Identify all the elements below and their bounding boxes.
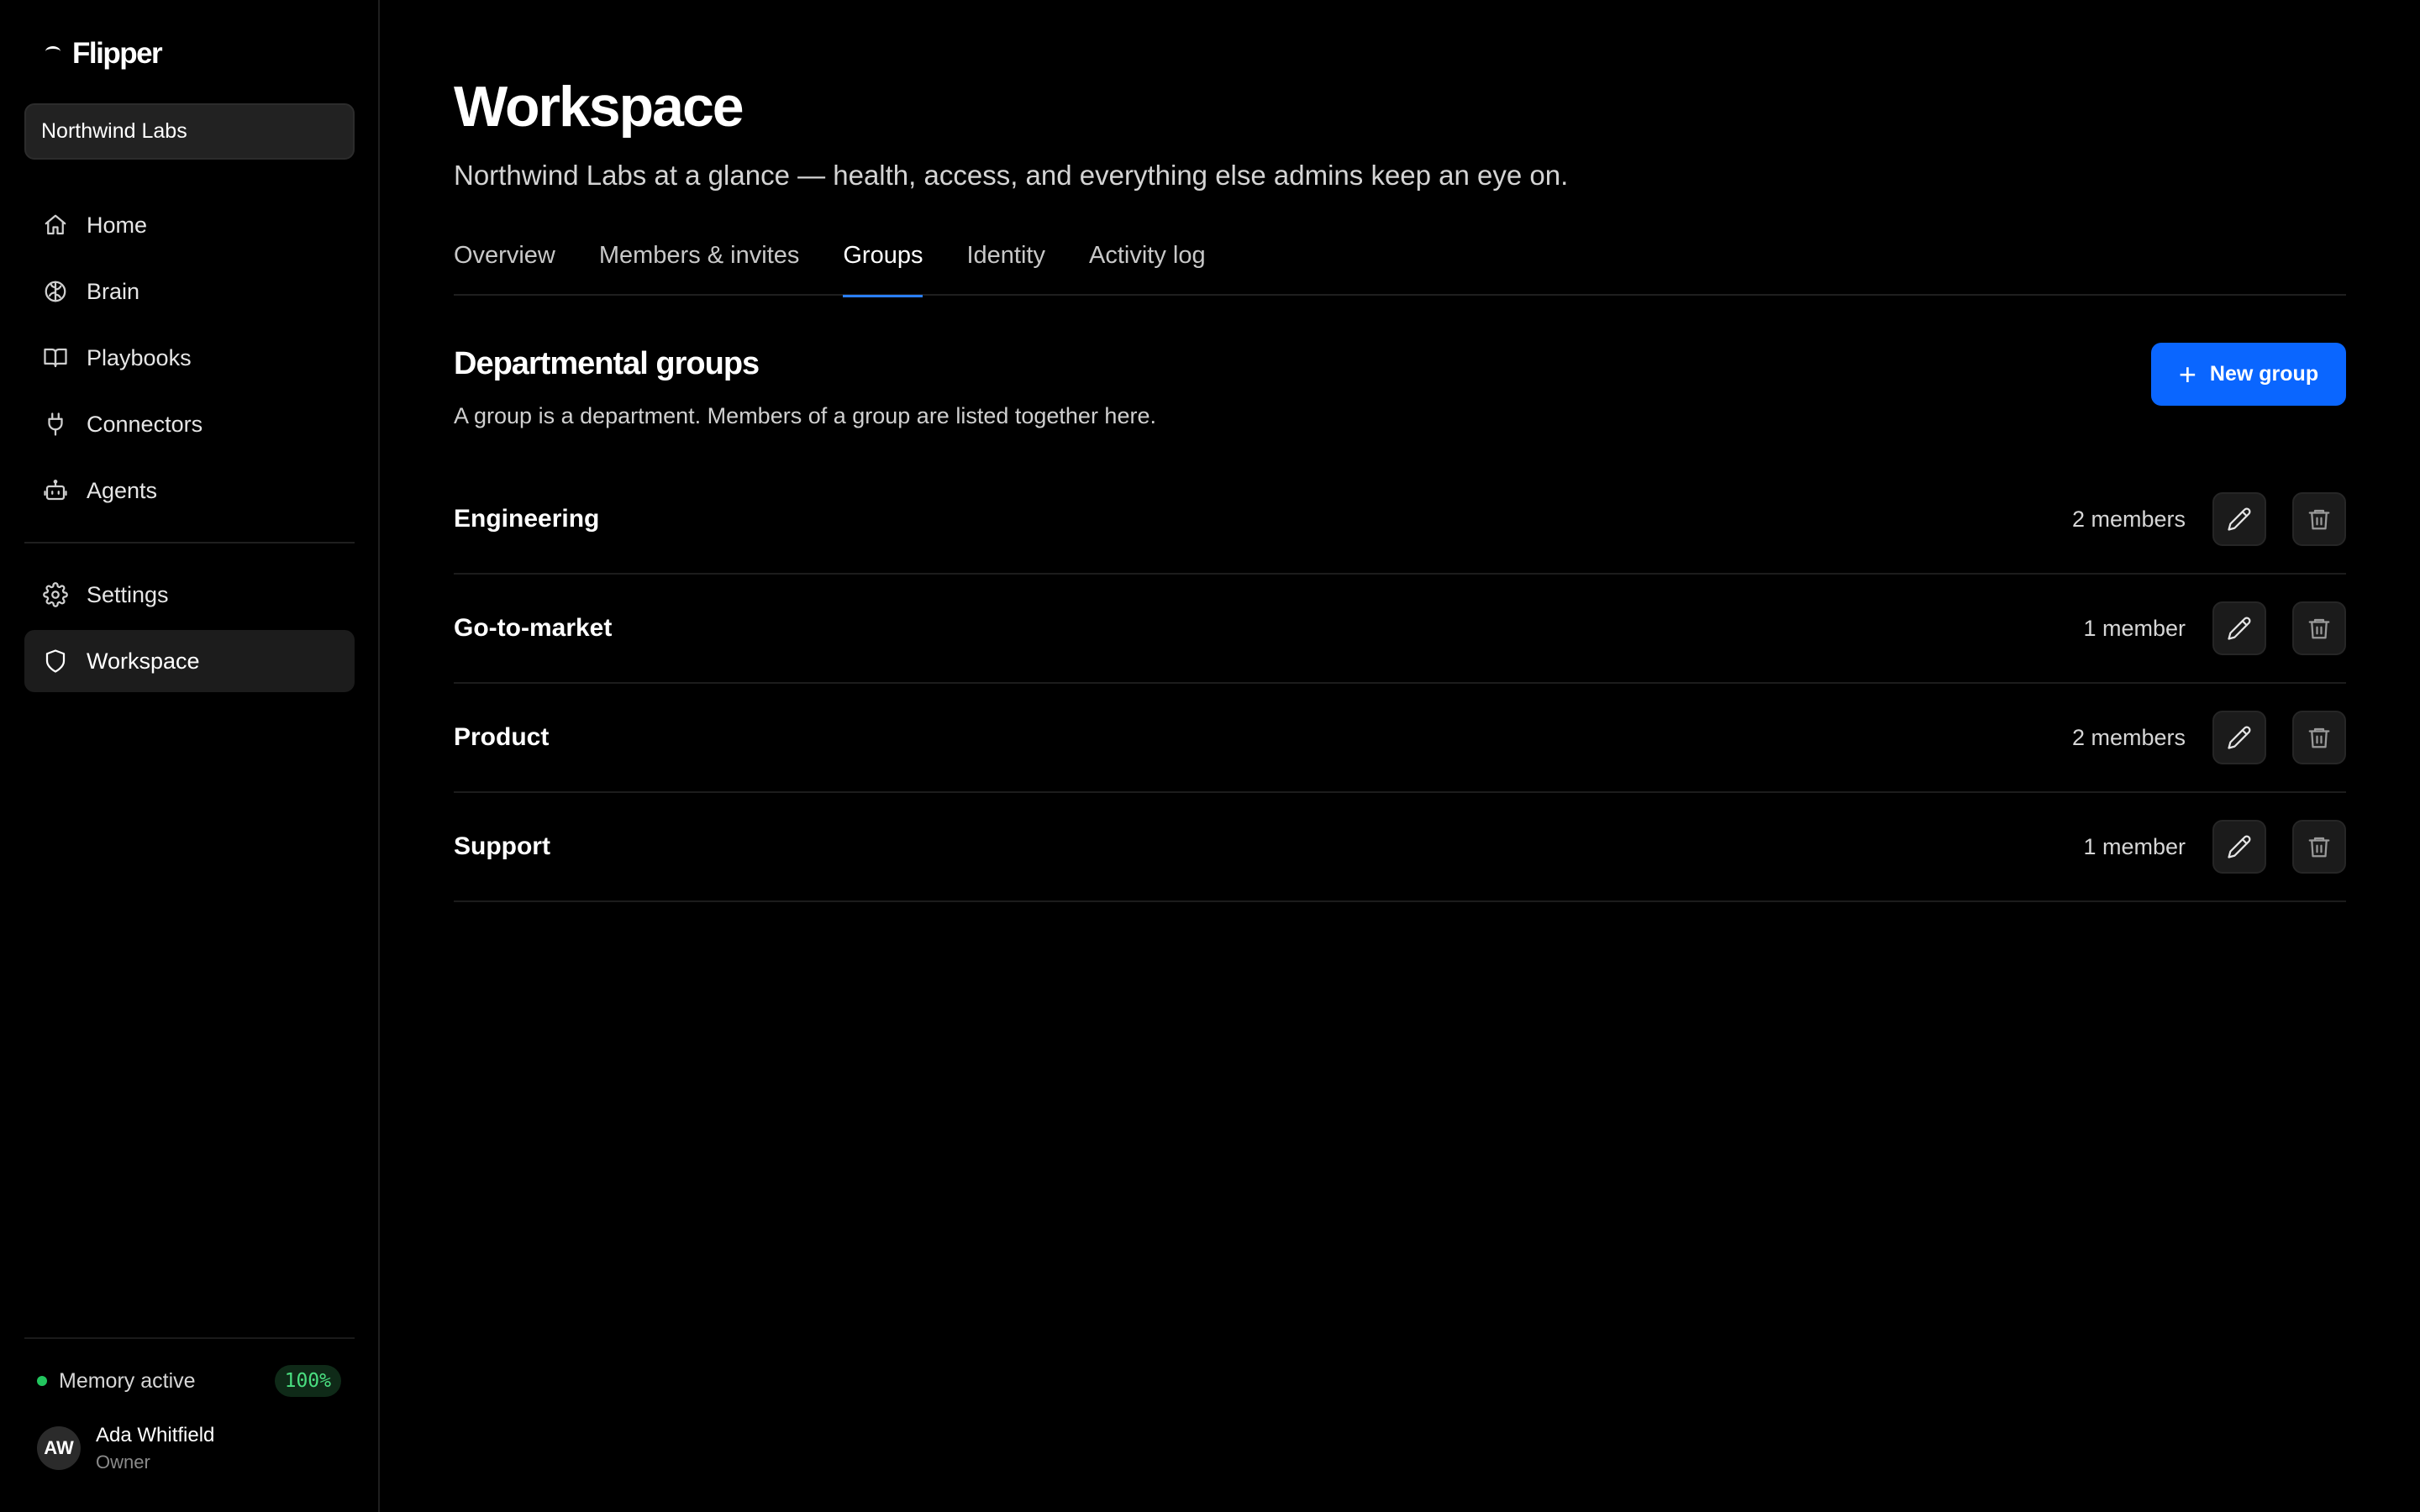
delete-group-button[interactable] <box>2292 820 2346 874</box>
sidebar-footer-divider <box>24 1337 355 1339</box>
sidebar-item-label: Settings <box>87 581 169 607</box>
sidebar-item-label: Workspace <box>87 648 200 674</box>
brand[interactable]: Flipper <box>40 35 163 72</box>
pencil-icon <box>2228 507 2251 531</box>
sidebar-item-brain[interactable]: Brain <box>24 260 355 323</box>
avatar: AW <box>37 1426 81 1470</box>
group-member-count: 1 member <box>2083 615 2186 641</box>
sidebar-item-workspace[interactable]: Workspace <box>24 630 355 692</box>
user-info: Ada Whitfield Owner <box>96 1421 214 1475</box>
user-profile[interactable]: AW Ada Whitfield Owner <box>37 1421 214 1475</box>
sidebar-item-playbooks[interactable]: Playbooks <box>24 327 355 389</box>
memory-label: Memory active <box>59 1368 196 1393</box>
memory-percent-badge: 100% <box>274 1365 341 1397</box>
tab-members-invites[interactable]: Members & invites <box>599 235 800 296</box>
group-name[interactable]: Engineering <box>454 505 2072 533</box>
sidebar: Flipper Northwind Labs Home Brain Playbo… <box>0 0 380 1512</box>
group-row: Engineering 2 members <box>454 465 2346 575</box>
sidebar-item-label: Home <box>87 212 148 238</box>
app-root: Flipper Northwind Labs Home Brain Playbo… <box>0 0 2420 1512</box>
pencil-icon <box>2228 726 2251 749</box>
section-description: A group is a department. Members of a gr… <box>454 403 1156 428</box>
plug-icon <box>41 410 70 438</box>
sidebar-divider <box>24 542 355 543</box>
brand-name: Flipper <box>72 37 163 70</box>
plus-icon: + <box>2178 356 2196 391</box>
group-row: Product 2 members <box>454 684 2346 793</box>
group-member-count: 1 member <box>2083 833 2186 859</box>
page-title: Workspace <box>454 75 744 139</box>
trash-icon <box>2308 837 2330 858</box>
page-subtitle: Northwind Labs at a glance — health, acc… <box>454 160 1569 191</box>
delete-group-button[interactable] <box>2292 492 2346 546</box>
group-member-count: 2 members <box>2071 506 2186 532</box>
gear-icon <box>41 580 70 609</box>
new-group-button[interactable]: + New group <box>2151 343 2346 406</box>
groups-list: Engineering 2 members Go-to-market 1 mem… <box>454 465 2346 902</box>
edit-group-button[interactable] <box>2212 492 2266 546</box>
sidebar-item-connectors[interactable]: Connectors <box>24 393 355 455</box>
trash-icon <box>2308 727 2330 748</box>
tab-groups[interactable]: Groups <box>843 235 923 297</box>
tab-bar: Overview Members & invites Groups Identi… <box>454 235 2346 297</box>
sidebar-item-label: Playbooks <box>87 344 192 370</box>
trash-icon <box>2308 509 2330 530</box>
edit-group-button[interactable] <box>2212 820 2266 874</box>
sidebar-nav-primary: Home Brain Playbooks Connectors Agents <box>24 194 355 526</box>
group-name[interactable]: Support <box>454 832 2083 861</box>
book-icon <box>41 344 70 372</box>
trash-icon <box>2308 618 2330 639</box>
edit-group-button[interactable] <box>2212 601 2266 655</box>
tab-identity[interactable]: Identity <box>966 235 1045 296</box>
sidebar-item-home[interactable]: Home <box>24 194 355 256</box>
pencil-icon <box>2228 617 2251 640</box>
user-name: Ada Whitfield <box>96 1424 215 1446</box>
sidebar-item-label: Brain <box>87 278 140 304</box>
user-role: Owner <box>96 1452 150 1473</box>
section-title: Departmental groups <box>454 346 760 381</box>
org-switcher[interactable]: Northwind Labs <box>24 103 355 160</box>
brain-icon <box>41 277 70 306</box>
robot-icon <box>41 476 70 505</box>
group-member-count: 2 members <box>2071 724 2186 750</box>
delete-group-button[interactable] <box>2292 601 2346 655</box>
memory-status: Memory active 100% <box>37 1363 341 1399</box>
group-row: Go-to-market 1 member <box>454 575 2346 684</box>
edit-group-button[interactable] <box>2212 711 2266 764</box>
group-row: Support 1 member <box>454 793 2346 902</box>
status-dot-icon <box>37 1376 47 1386</box>
sidebar-item-label: Agents <box>87 477 158 503</box>
main-content: Workspace Northwind Labs at a glance — h… <box>454 0 2346 1512</box>
group-name[interactable]: Go-to-market <box>454 614 2083 643</box>
sidebar-item-agents[interactable]: Agents <box>24 459 355 522</box>
delete-group-button[interactable] <box>2292 711 2346 764</box>
sidebar-item-label: Connectors <box>87 411 203 437</box>
shield-icon <box>41 647 70 675</box>
sidebar-item-settings[interactable]: Settings <box>24 564 355 626</box>
sidebar-nav-secondary: Settings Workspace <box>24 564 355 696</box>
flipper-logo-icon <box>40 43 62 65</box>
tab-overview[interactable]: Overview <box>454 235 555 296</box>
tab-activity-log[interactable]: Activity log <box>1089 235 1206 296</box>
new-group-label: New group <box>2209 362 2319 386</box>
pencil-icon <box>2228 835 2251 858</box>
home-icon <box>41 211 70 239</box>
group-name[interactable]: Product <box>454 723 2072 752</box>
